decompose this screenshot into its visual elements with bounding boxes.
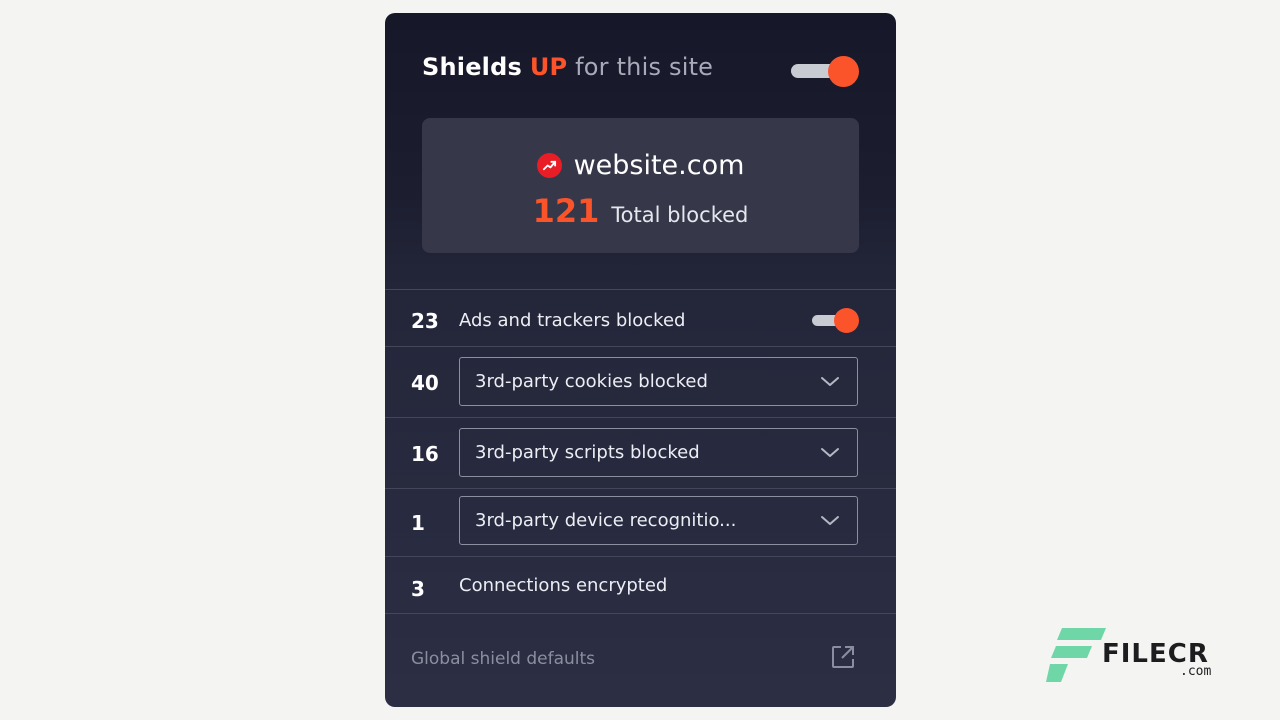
- chevron-down-icon: [821, 516, 839, 525]
- site-summary-card: website.com 121 Total blocked: [422, 118, 859, 253]
- chevron-down-icon: [821, 377, 839, 386]
- site-domain: website.com: [573, 149, 745, 181]
- ads-trackers-row: 23 Ads and trackers blocked: [385, 289, 896, 346]
- title-up-text: UP: [529, 53, 568, 81]
- device-recognition-select-value: 3rd-party device recognitio...: [475, 510, 737, 531]
- title-rest-text: for this site: [575, 53, 714, 81]
- cookies-select[interactable]: 3rd-party cookies blocked: [459, 357, 858, 406]
- shields-title: Shields UP for this site: [422, 53, 713, 81]
- scripts-select-value: 3rd-party scripts blocked: [475, 442, 700, 463]
- filecr-watermark: FILECR .com: [1046, 628, 1226, 684]
- panel-header: Shields UP for this site website.com 121: [385, 13, 896, 289]
- device-recognition-row: 1 3rd-party device recognitio...: [385, 488, 896, 556]
- shields-panel: Shields UP for this site website.com 121: [385, 13, 896, 707]
- filecr-suffix: .com: [1180, 664, 1212, 679]
- shields-toggle[interactable]: [791, 55, 859, 87]
- total-blocked-label: Total blocked: [611, 203, 749, 227]
- cookies-select-value: 3rd-party cookies blocked: [475, 371, 708, 392]
- cookies-count: 40: [411, 371, 439, 395]
- chevron-down-icon: [821, 448, 839, 457]
- total-blocked-row: 121 Total blocked: [422, 192, 859, 230]
- trending-up-icon: [536, 152, 562, 178]
- scripts-select[interactable]: 3rd-party scripts blocked: [459, 428, 858, 477]
- ads-trackers-label: Ads and trackers blocked: [459, 310, 686, 331]
- scripts-row: 16 3rd-party scripts blocked: [385, 417, 896, 488]
- ads-trackers-count: 23: [411, 309, 439, 333]
- connections-encrypted-row: 3 Connections encrypted: [385, 556, 896, 613]
- cookies-row: 40 3rd-party cookies blocked: [385, 346, 896, 417]
- global-defaults-link[interactable]: Global shield defaults: [411, 649, 595, 669]
- connections-encrypted-count: 3: [411, 577, 425, 601]
- total-blocked-count: 121: [532, 192, 600, 230]
- ads-trackers-toggle[interactable]: [812, 308, 860, 334]
- toggle-knob: [834, 308, 859, 333]
- device-recognition-count: 1: [411, 511, 425, 535]
- external-link-icon[interactable]: [830, 644, 856, 670]
- title-shields-text: Shields: [422, 53, 522, 81]
- connections-encrypted-label: Connections encrypted: [459, 575, 668, 596]
- global-defaults-footer[interactable]: Global shield defaults: [385, 613, 896, 707]
- device-recognition-select[interactable]: 3rd-party device recognitio...: [459, 496, 858, 545]
- toggle-knob: [828, 56, 859, 87]
- filecr-logo-icon: [1046, 628, 1106, 682]
- site-row: website.com: [422, 149, 859, 181]
- scripts-count: 16: [411, 442, 439, 466]
